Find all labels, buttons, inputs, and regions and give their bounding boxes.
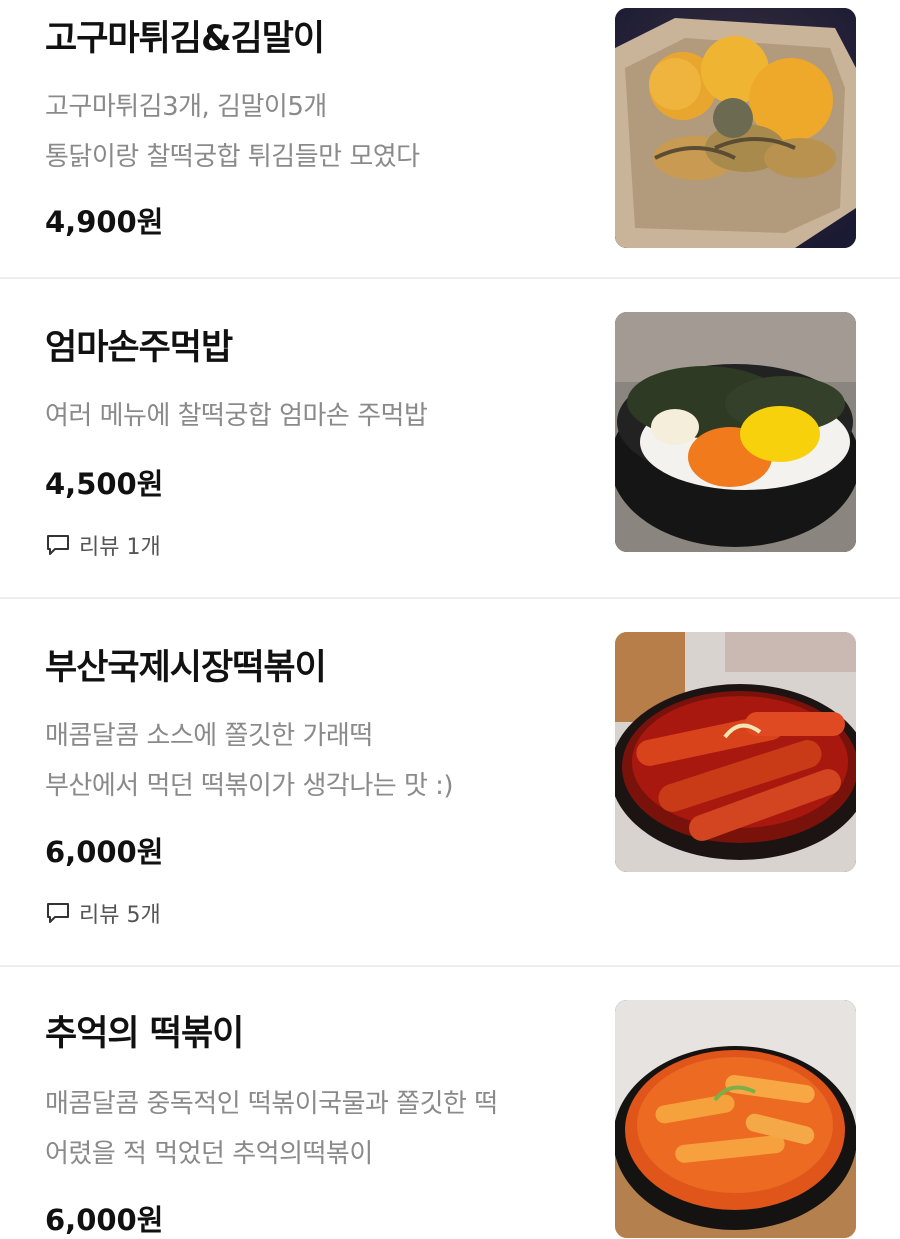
speech-bubble-icon: [47, 535, 69, 555]
menu-item-description: 매콤달콤 소스에 쫄깃한 가래떡: [45, 721, 373, 751]
menu-item-name: 고구마튀김&김말이: [45, 19, 325, 59]
menu-item[interactable]: 부산국제시장떡볶이 매콤달콤 소스에 쫄깃한 가래떡 부산에서 먹던 떡볶이가 …: [0, 599, 900, 966]
review-count-label: 리뷰 1개: [79, 535, 161, 560]
menu-item-name: 엄마손주먹밥: [45, 328, 233, 368]
menu-item-price: 4,500원: [45, 467, 164, 501]
menu-item-description: 여러 메뉴에 찰떡궁합 엄마손 주먹밥: [45, 401, 428, 431]
menu-item-price: 6,000원: [45, 835, 164, 869]
menu-item-name: 부산국제시장떡볶이: [45, 648, 327, 688]
menu-item-description: 고구마튀김3개, 김말이5개: [45, 92, 327, 122]
menu-item[interactable]: 고구마튀김&김말이 고구마튀김3개, 김말이5개 통닭이랑 찰떡궁합 튀김들만 …: [0, 0, 900, 278]
menu-item-description: 어렸을 적 먹었던 추억의떡볶이: [45, 1139, 373, 1169]
menu-item-photo: [615, 312, 856, 552]
speech-bubble-icon: [47, 903, 69, 923]
menu-list: 고구마튀김&김말이 고구마튀김3개, 김말이5개 통닭이랑 찰떡궁합 튀김들만 …: [0, 0, 900, 1238]
menu-item-description: 통닭이랑 찰떡궁합 튀김들만 모였다: [45, 142, 420, 172]
menu-item-description: 부산에서 먹던 떡볶이가 생각나는 맛 :): [45, 771, 454, 801]
review-count-label: 리뷰 5개: [79, 903, 161, 928]
menu-item-photo: [615, 1000, 856, 1238]
review-count[interactable]: 리뷰 5개: [45, 897, 161, 929]
review-count[interactable]: 리뷰 1개: [45, 529, 161, 561]
menu-item-price: 4,900원: [45, 205, 164, 239]
menu-item-photo: [615, 632, 856, 872]
menu-item[interactable]: 추억의 떡볶이 매콤달콤 중독적인 떡볶이국물과 쫄깃한 떡 어렸을 적 먹었던…: [0, 967, 900, 1238]
menu-item[interactable]: 엄마손주먹밥 여러 메뉴에 찰떡궁합 엄마손 주먹밥 4,500원 리뷰 1개: [0, 279, 900, 597]
menu-item-photo: [615, 8, 856, 248]
menu-item-name: 추억의 떡볶이: [45, 1014, 244, 1054]
menu-item-price: 6,000원: [45, 1203, 164, 1237]
menu-item-description: 매콤달콤 중독적인 떡볶이국물과 쫄깃한 떡: [45, 1089, 498, 1119]
